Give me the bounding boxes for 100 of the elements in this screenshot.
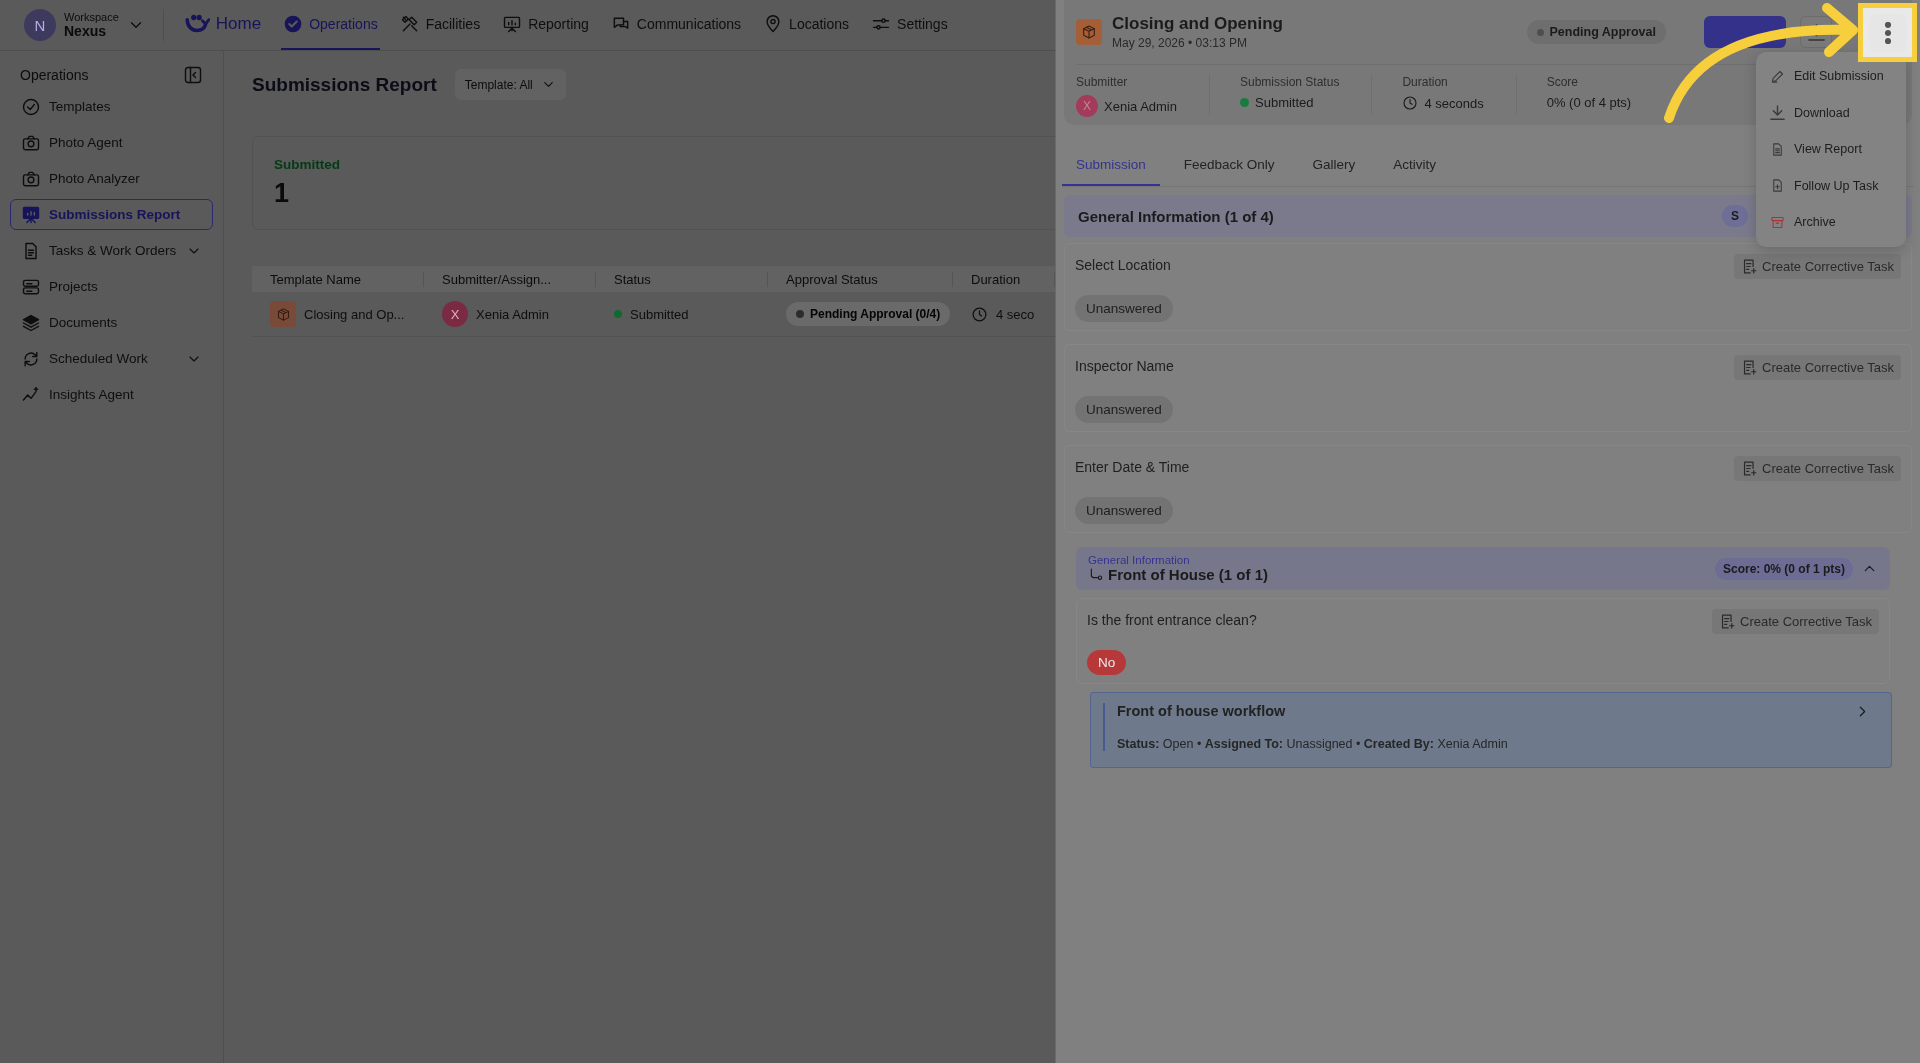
user-avatar: X	[442, 301, 468, 327]
task-title: Front of house workflow	[1117, 703, 1287, 719]
meta-value: 4 seconds	[1424, 95, 1484, 111]
nav-tab[interactable]: Operations	[281, 0, 380, 50]
task-add-icon	[1719, 613, 1736, 630]
presentation-board-icon	[21, 204, 41, 225]
menu-item[interactable]: Download	[1756, 94, 1906, 131]
nav-tab[interactable]: Communications	[608, 0, 744, 50]
panel-tab[interactable]: Gallery	[1298, 149, 1370, 186]
sidebar-item[interactable]: Photo Agent	[10, 127, 213, 158]
task-card[interactable]: Front of house workflow Status: Open • Assigned To: Unassigned • Created By: Xenia Admin	[1090, 692, 1892, 768]
column-header[interactable]: Submitter/Assign...	[424, 271, 596, 287]
sidebar-item[interactable]: Projects	[10, 271, 213, 302]
nav-tab[interactable]: Reporting	[500, 0, 591, 50]
sidebar-item[interactable]: Templates	[10, 91, 213, 122]
status-dot	[614, 310, 622, 318]
workspace-label: Workspace	[64, 11, 119, 23]
check-circle-icon	[21, 96, 41, 117]
table-cell: Closing and Op...	[304, 306, 405, 322]
sidebar-item[interactable]: Submissions Report	[10, 199, 213, 230]
meta-value: 0% (0 of 4 pts)	[1546, 95, 1632, 110]
answer-pill: No	[1087, 650, 1127, 675]
create-corrective-task-button[interactable]: Create Corrective Task	[1734, 355, 1901, 380]
question-label: Is the front entrance clean?	[1087, 612, 1257, 628]
collapse-sidebar-icon	[183, 65, 203, 85]
table-cell: 4 seco	[996, 306, 1035, 322]
panel-tab[interactable]: Feedback Only	[1169, 149, 1289, 186]
presentation-board-icon	[502, 14, 523, 34]
meta-label: Submission Status	[1240, 75, 1340, 89]
menu-item[interactable]: Edit Submission	[1756, 58, 1906, 95]
panel-tab[interactable]: Submission	[1062, 149, 1160, 186]
question-label: Inspector Name	[1075, 358, 1174, 374]
column-header[interactable]: Approval Status	[768, 271, 953, 287]
create-corrective-task-button[interactable]: Create Corrective Task	[1734, 456, 1901, 481]
approval-badge: Pending Approval (0/4)	[786, 302, 951, 326]
template-filter[interactable]: Template: All	[454, 69, 566, 100]
document-icon	[1770, 141, 1785, 157]
layers-icon	[21, 312, 41, 333]
pencil-icon	[1770, 68, 1785, 84]
stat-label: Submitted	[274, 157, 341, 172]
check-circle-icon	[283, 14, 304, 34]
stat-value: 1	[274, 178, 291, 209]
question-label: Enter Date & Time	[1075, 459, 1190, 475]
score-badge: Score: 0% (0 of 1 pts)	[1714, 557, 1853, 580]
subsection-title: Front of House (1 of 1)	[1108, 566, 1268, 583]
answer-pill: Unanswered	[1075, 295, 1173, 322]
download-icon	[1807, 23, 1825, 41]
answer-pill: Unanswered	[1075, 497, 1173, 524]
meta-value: Xenia Admin	[1104, 98, 1177, 114]
user-avatar: X	[1076, 95, 1098, 117]
workspace-name[interactable]: Nexus	[64, 23, 119, 39]
task-add-icon	[1741, 258, 1758, 275]
sidebar-item[interactable]: Photo Analyzer	[10, 163, 213, 194]
branch-arrow-icon	[1088, 566, 1104, 583]
sidebar-item[interactable]: Tasks & Work Orders	[10, 235, 213, 266]
box-icon	[1081, 24, 1097, 40]
column-header[interactable]: Template Name	[252, 271, 424, 287]
menu-item[interactable]: Archive	[1756, 204, 1906, 241]
answer-pill: Unanswered	[1075, 396, 1173, 423]
clock-icon	[1402, 95, 1419, 111]
section-title: General Information (1 of 4)	[1078, 207, 1274, 225]
sidebar-item[interactable]: Documents	[10, 307, 213, 338]
table-cell: Submitted	[630, 306, 689, 322]
create-corrective-task-button[interactable]: Create Corrective Task	[1734, 254, 1901, 279]
sidebar-item[interactable]: Scheduled Work	[10, 343, 213, 374]
menu-item[interactable]: View Report	[1756, 131, 1906, 168]
nav-tab[interactable]: Locations	[761, 0, 852, 50]
meta-value: Submitted	[1255, 95, 1314, 110]
submission-date: May 29, 2026 • 03:13 PM	[1112, 36, 1248, 50]
meta-label: Submitter	[1076, 75, 1129, 89]
sidebar-title: Operations	[20, 67, 89, 83]
tools-icon	[399, 14, 420, 34]
create-corrective-task-button[interactable]: Create Corrective Task	[1712, 609, 1879, 634]
task-details: Status: Open • Assigned To: Unassigned • Created By: Xenia Admin	[1117, 737, 1509, 751]
file-plus-icon	[1770, 178, 1785, 194]
status-dot	[1240, 98, 1249, 107]
parent-section-label: General Information	[1088, 554, 1191, 566]
task-add-icon	[1741, 359, 1758, 376]
task-add-icon	[1741, 460, 1758, 477]
score-badge: S	[1722, 205, 1748, 227]
column-header[interactable]: Status	[596, 271, 768, 287]
submission-title: Closing and Opening	[1112, 14, 1283, 34]
meta-label: Duration	[1402, 75, 1449, 89]
page-title: Submissions Report	[252, 73, 437, 96]
nav-tab[interactable]: Home	[181, 0, 264, 50]
box-icon	[275, 306, 291, 322]
more-vertical-icon	[1884, 21, 1891, 44]
nav-tab[interactable]: Settings	[869, 0, 950, 50]
workspace-avatar[interactable]: N	[24, 9, 56, 41]
sidebar-item[interactable]: Insights Agent	[10, 379, 213, 410]
meta-label: Score	[1546, 75, 1579, 89]
approval-badge: Pending Approval	[1526, 20, 1666, 44]
question-label: Select Location	[1075, 257, 1172, 273]
panel-tab[interactable]: Activity	[1379, 149, 1451, 186]
table-cell: Xenia Admin	[476, 306, 549, 322]
download-icon	[1770, 105, 1785, 121]
menu-item[interactable]: Follow Up Task	[1756, 167, 1906, 204]
nav-tab[interactable]: Facilities	[397, 0, 483, 50]
clock-icon	[971, 305, 988, 323]
archive-box-icon	[1770, 214, 1785, 230]
